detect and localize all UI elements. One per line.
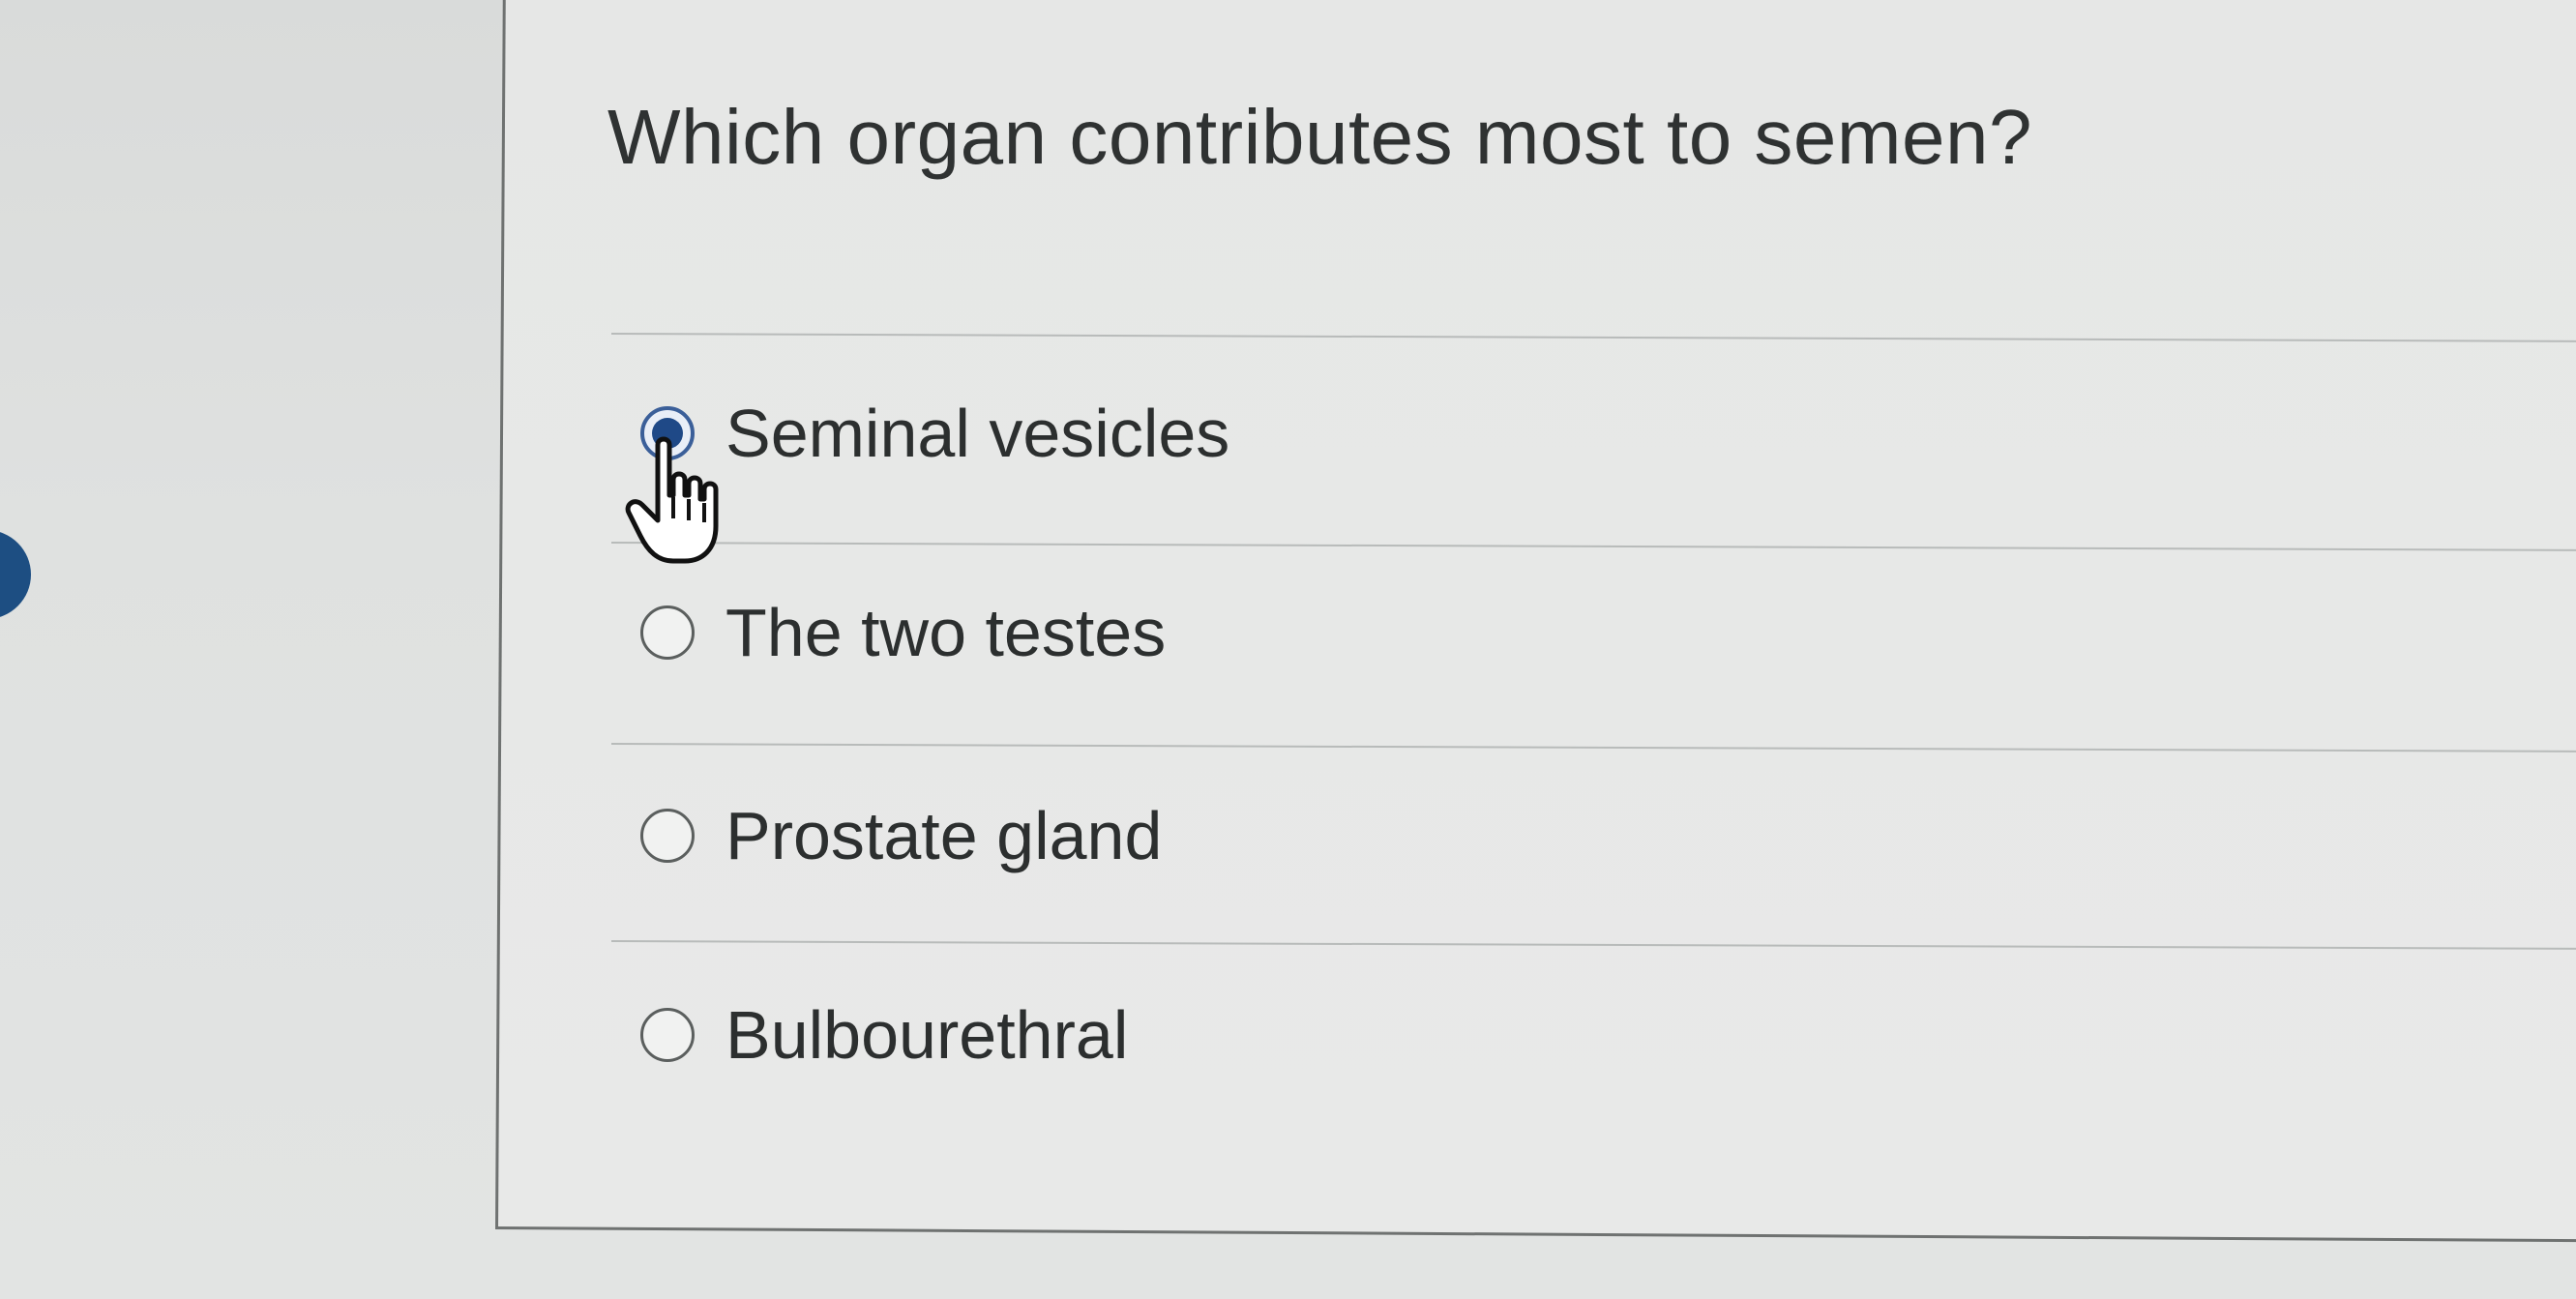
radio-button[interactable] (640, 1008, 695, 1062)
answer-option-bulbourethral[interactable]: Bulbourethral (640, 989, 1128, 1081)
hand-pointer-icon (625, 436, 719, 564)
question-title: Which organ contributes most to semen? (607, 94, 2033, 180)
answer-option-label: The two testes (725, 595, 1167, 670)
answer-option-the-two-testes[interactable]: The two testes (640, 586, 1166, 679)
radio-button[interactable] (640, 809, 695, 863)
answer-option-label: Bulbourethral (725, 997, 1129, 1073)
answer-option-label: Prostate gland (725, 798, 1163, 873)
radio-button[interactable] (640, 605, 695, 660)
answer-option-prostate-gland[interactable]: Prostate gland (640, 789, 1162, 882)
answer-option-label: Seminal vesicles (725, 396, 1230, 471)
